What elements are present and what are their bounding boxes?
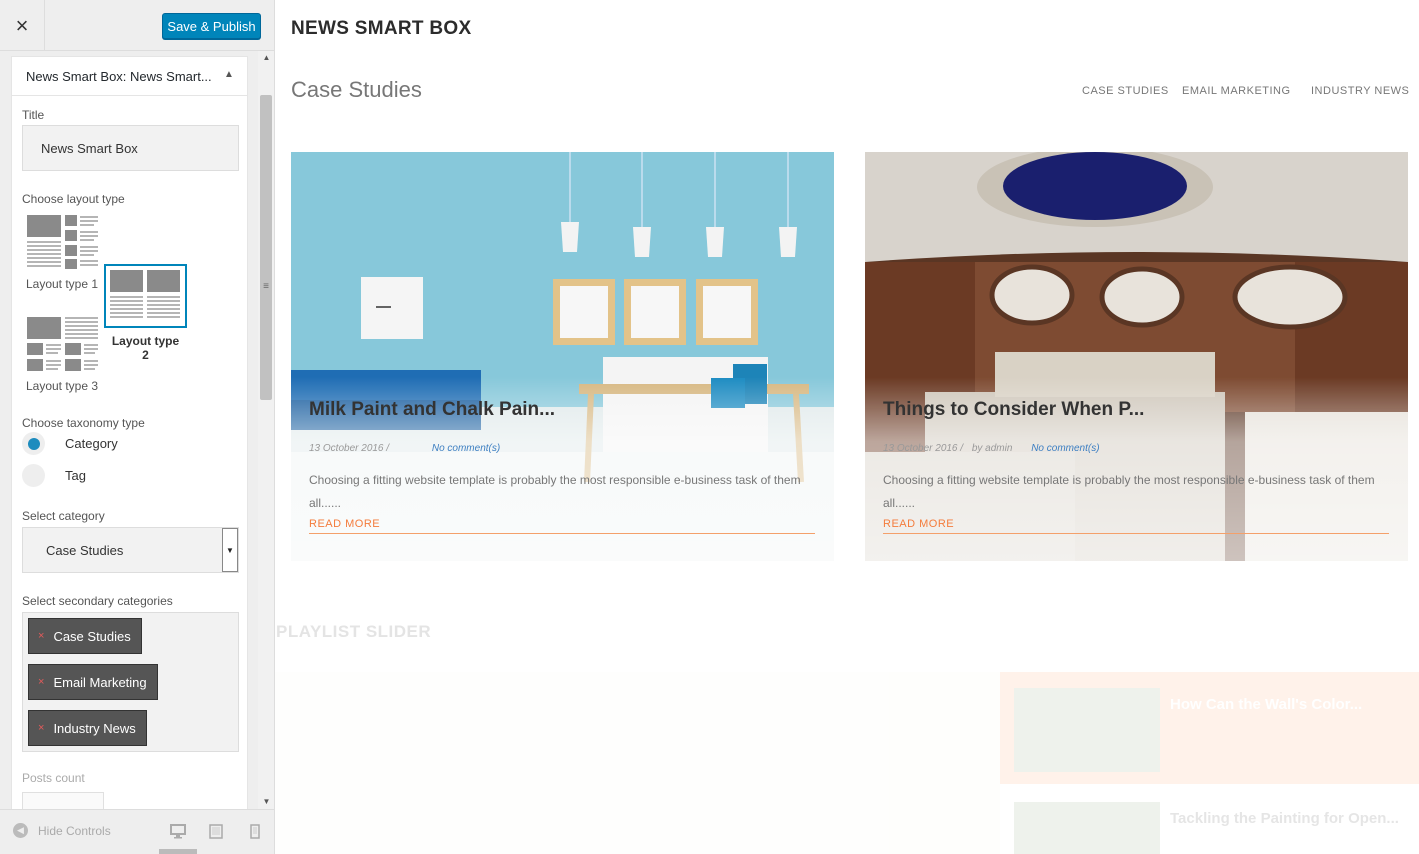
widget-title: News Smart Box: News Smart... (26, 69, 212, 84)
hide-controls-label: Hide Controls (38, 823, 111, 838)
chip-label: Email Marketing (53, 674, 147, 690)
customizer-app: × Save & Publish News Smart Box: News Sm… (0, 0, 1419, 854)
playlist-item-title[interactable]: Tackling the Painting for Open... (1170, 810, 1399, 827)
hide-controls-button[interactable]: ◀ Hide Controls (13, 823, 111, 838)
post-meta: 13 October 2016 / by admin No comment(s) (883, 443, 1100, 454)
layout-option-2-selected[interactable]: Layout type 2 (103, 264, 188, 362)
read-more-link[interactable]: READ MORE (309, 518, 380, 530)
section-title: NEWS SMART BOX (291, 18, 472, 39)
playlist-main-image[interactable] (275, 672, 1000, 854)
post-date: 13 October 2016 / (309, 443, 390, 454)
layout-2-thumbnail-icon (104, 264, 187, 328)
site-preview: NEWS SMART BOX Case Studies CASE STUDIES… (275, 0, 1419, 854)
layout-3-label: Layout type 3 (25, 379, 99, 393)
remove-chip-icon[interactable]: × (38, 722, 44, 734)
secondary-categories-label: Select secondary categories (22, 594, 173, 608)
taxonomy-option-label: Category (65, 436, 118, 451)
box-heading: Case Studies (291, 77, 422, 102)
collapse-left-icon: ◀ (13, 823, 28, 838)
category-chip[interactable]: × Case Studies (28, 618, 142, 654)
playlist-list: How Can the Wall's Color... Tackling the… (1000, 672, 1419, 854)
select-category-label: Select category (22, 509, 105, 523)
card-divider (883, 533, 1389, 534)
read-more-link[interactable]: READ MORE (883, 518, 954, 530)
layout-type-label: Choose layout type (22, 192, 125, 206)
post-excerpt: Choosing a fitting website template is p… (309, 473, 801, 510)
scroll-down-icon[interactable]: ▼ (258, 795, 274, 809)
collapse-arrow-icon[interactable]: ▲ (224, 69, 234, 80)
sidebar-scrollbar[interactable]: ▲ ≡ ▼ (258, 51, 274, 809)
active-device-indicator (159, 849, 197, 854)
tab-case-studies[interactable]: CASE STUDIES (1082, 85, 1169, 97)
layout-3-thumbnail-icon (24, 315, 100, 373)
post-comments[interactable]: No comment(s) (432, 443, 500, 454)
controls-panel: News Smart Box: News Smart... ▲ Title Ch… (0, 51, 258, 809)
tab-industry-news[interactable]: INDUSTRY NEWS (1311, 85, 1409, 97)
desktop-preview-icon[interactable] (170, 824, 186, 844)
posts-count-input[interactable] (22, 792, 104, 809)
post-meta: 13 October 2016 / No comment(s) (309, 443, 500, 454)
taxonomy-option-tag[interactable]: Tag (22, 464, 86, 487)
layout-2-label: Layout type 2 (111, 334, 180, 362)
scroll-up-icon[interactable]: ▲ (258, 51, 274, 65)
radio-unchecked-icon[interactable] (22, 464, 45, 487)
grip-icon: ≡ (263, 281, 269, 292)
category-chip[interactable]: × Industry News (28, 710, 147, 746)
tab-email-marketing[interactable]: EMAIL MARKETING (1182, 85, 1291, 97)
playlist-title: PLAYLIST SLIDER (276, 622, 432, 641)
post-title[interactable]: Things to Consider When P... (883, 399, 1144, 421)
title-input[interactable] (22, 125, 239, 171)
posts-count-label: Posts count (22, 771, 85, 785)
radio-checked-icon[interactable] (22, 432, 45, 455)
mobile-preview-icon[interactable] (250, 824, 260, 844)
playlist-item-title: How Can the Wall's Color... (1170, 696, 1363, 713)
playlist-thumbnail (1014, 688, 1160, 772)
post-card[interactable]: Things to Consider When P... 13 October … (865, 152, 1408, 561)
remove-chip-icon[interactable]: × (38, 676, 44, 688)
category-select[interactable]: Case Studies ▼ (22, 527, 239, 573)
customizer-footer: ◀ Hide Controls (0, 809, 274, 854)
layout-1-thumbnail-icon (24, 213, 100, 271)
customizer-sidebar: × Save & Publish News Smart Box: News Sm… (0, 0, 275, 854)
category-chip[interactable]: × Email Marketing (28, 664, 158, 700)
widget-header[interactable]: News Smart Box: News Smart... ▲ (12, 57, 247, 96)
card-divider (309, 533, 815, 534)
scrollbar-thumb[interactable]: ≡ (260, 95, 272, 400)
taxonomy-option-label: Tag (65, 468, 86, 483)
post-card[interactable]: Milk Paint and Chalk Pain... 13 October … (291, 152, 834, 561)
close-icon[interactable]: × (0, 0, 45, 51)
post-author[interactable]: by admin (972, 443, 1013, 454)
layout-option-1[interactable]: Layout type 1 (22, 213, 102, 291)
widget-form: News Smart Box: News Smart... ▲ Title Ch… (11, 56, 248, 809)
save-publish-button[interactable]: Save & Publish (162, 13, 261, 39)
taxonomy-type-label: Choose taxonomy type (22, 416, 145, 430)
post-date: 13 October 2016 / (883, 443, 964, 454)
customizer-header: × Save & Publish (0, 0, 274, 51)
title-label: Title (22, 108, 45, 122)
chip-label: Industry News (53, 720, 136, 736)
layout-1-label: Layout type 1 (25, 277, 99, 291)
remove-chip-icon[interactable]: × (38, 630, 44, 642)
layout-option-3[interactable]: Layout type 3 (22, 315, 102, 393)
post-excerpt: Choosing a fitting website template is p… (883, 473, 1375, 510)
taxonomy-option-category[interactable]: Category (22, 432, 118, 455)
post-title[interactable]: Milk Paint and Chalk Pain... (309, 399, 555, 421)
chip-label: Case Studies (53, 628, 131, 644)
playlist-slider: How Can the Wall's Color... Tackling the… (275, 672, 1419, 854)
category-select-value: Case Studies (46, 543, 124, 558)
tablet-preview-icon[interactable] (209, 824, 223, 844)
post-comments[interactable]: No comment(s) (1031, 443, 1099, 454)
playlist-thumbnail (1014, 802, 1160, 854)
secondary-categories-field[interactable]: × Case Studies × Email Marketing × Indus… (22, 612, 239, 752)
playlist-item[interactable]: How Can the Wall's Color... (1000, 672, 1419, 784)
dropdown-arrow-icon[interactable]: ▼ (222, 528, 238, 572)
